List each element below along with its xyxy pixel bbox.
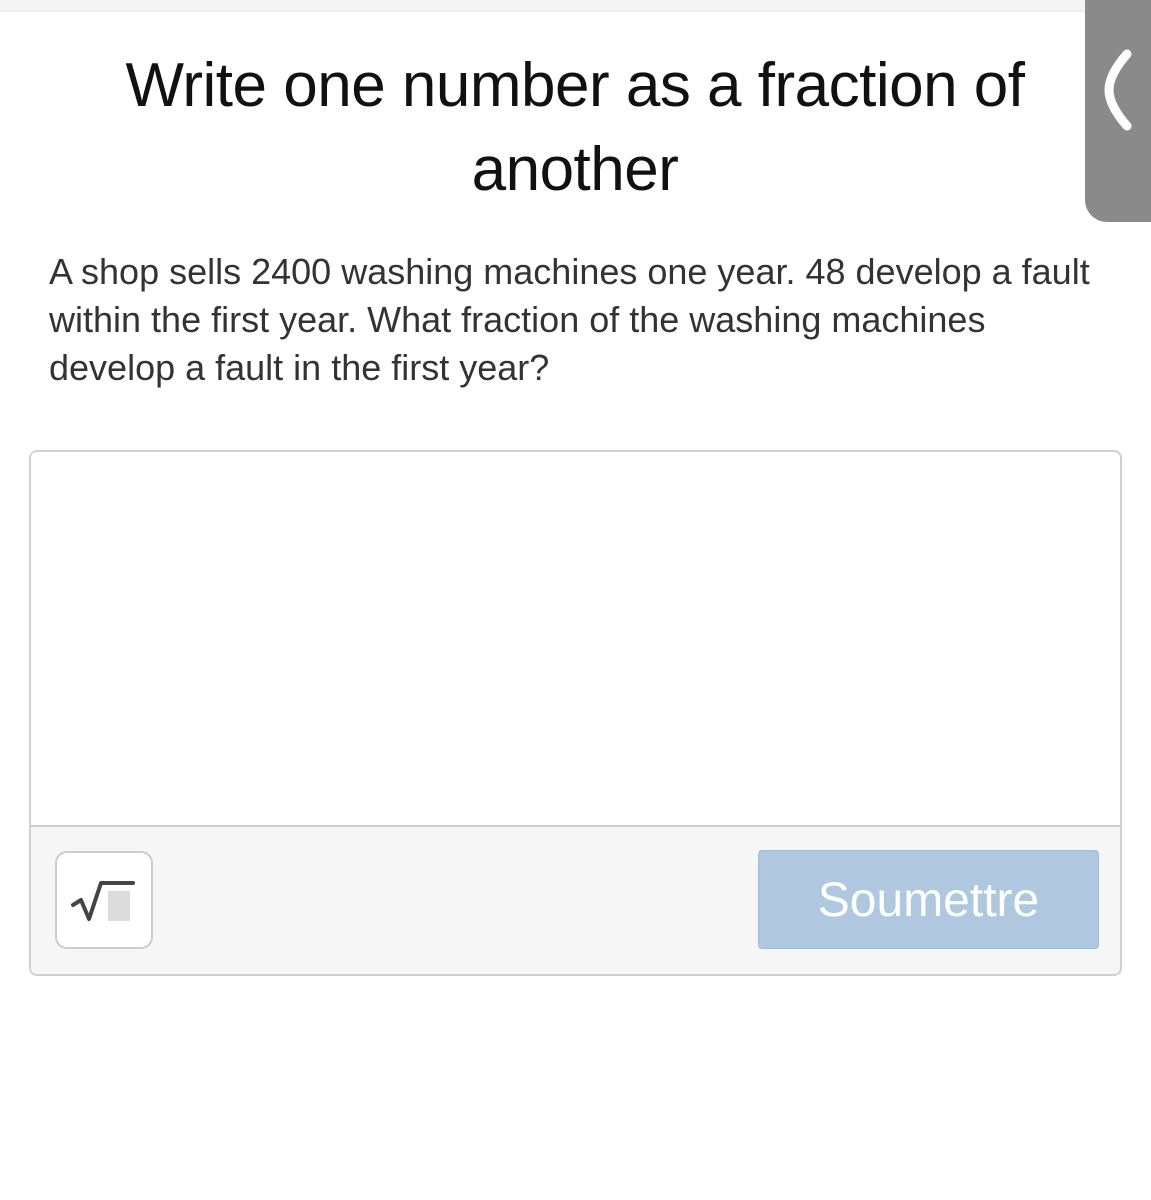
- page: Write one number as a fraction of anothe…: [0, 0, 1151, 1200]
- page-title: Write one number as a fraction of anothe…: [125, 51, 1025, 204]
- question-text: A shop sells 2400 washing machines one y…: [49, 251, 1090, 388]
- square-root-icon: [71, 881, 135, 921]
- answer-panel: Soumettre: [29, 450, 1122, 976]
- top-strip: [0, 0, 1151, 12]
- math-input-button[interactable]: [55, 851, 153, 949]
- submit-button[interactable]: Soumettre: [758, 850, 1099, 949]
- answer-input[interactable]: [31, 452, 1120, 827]
